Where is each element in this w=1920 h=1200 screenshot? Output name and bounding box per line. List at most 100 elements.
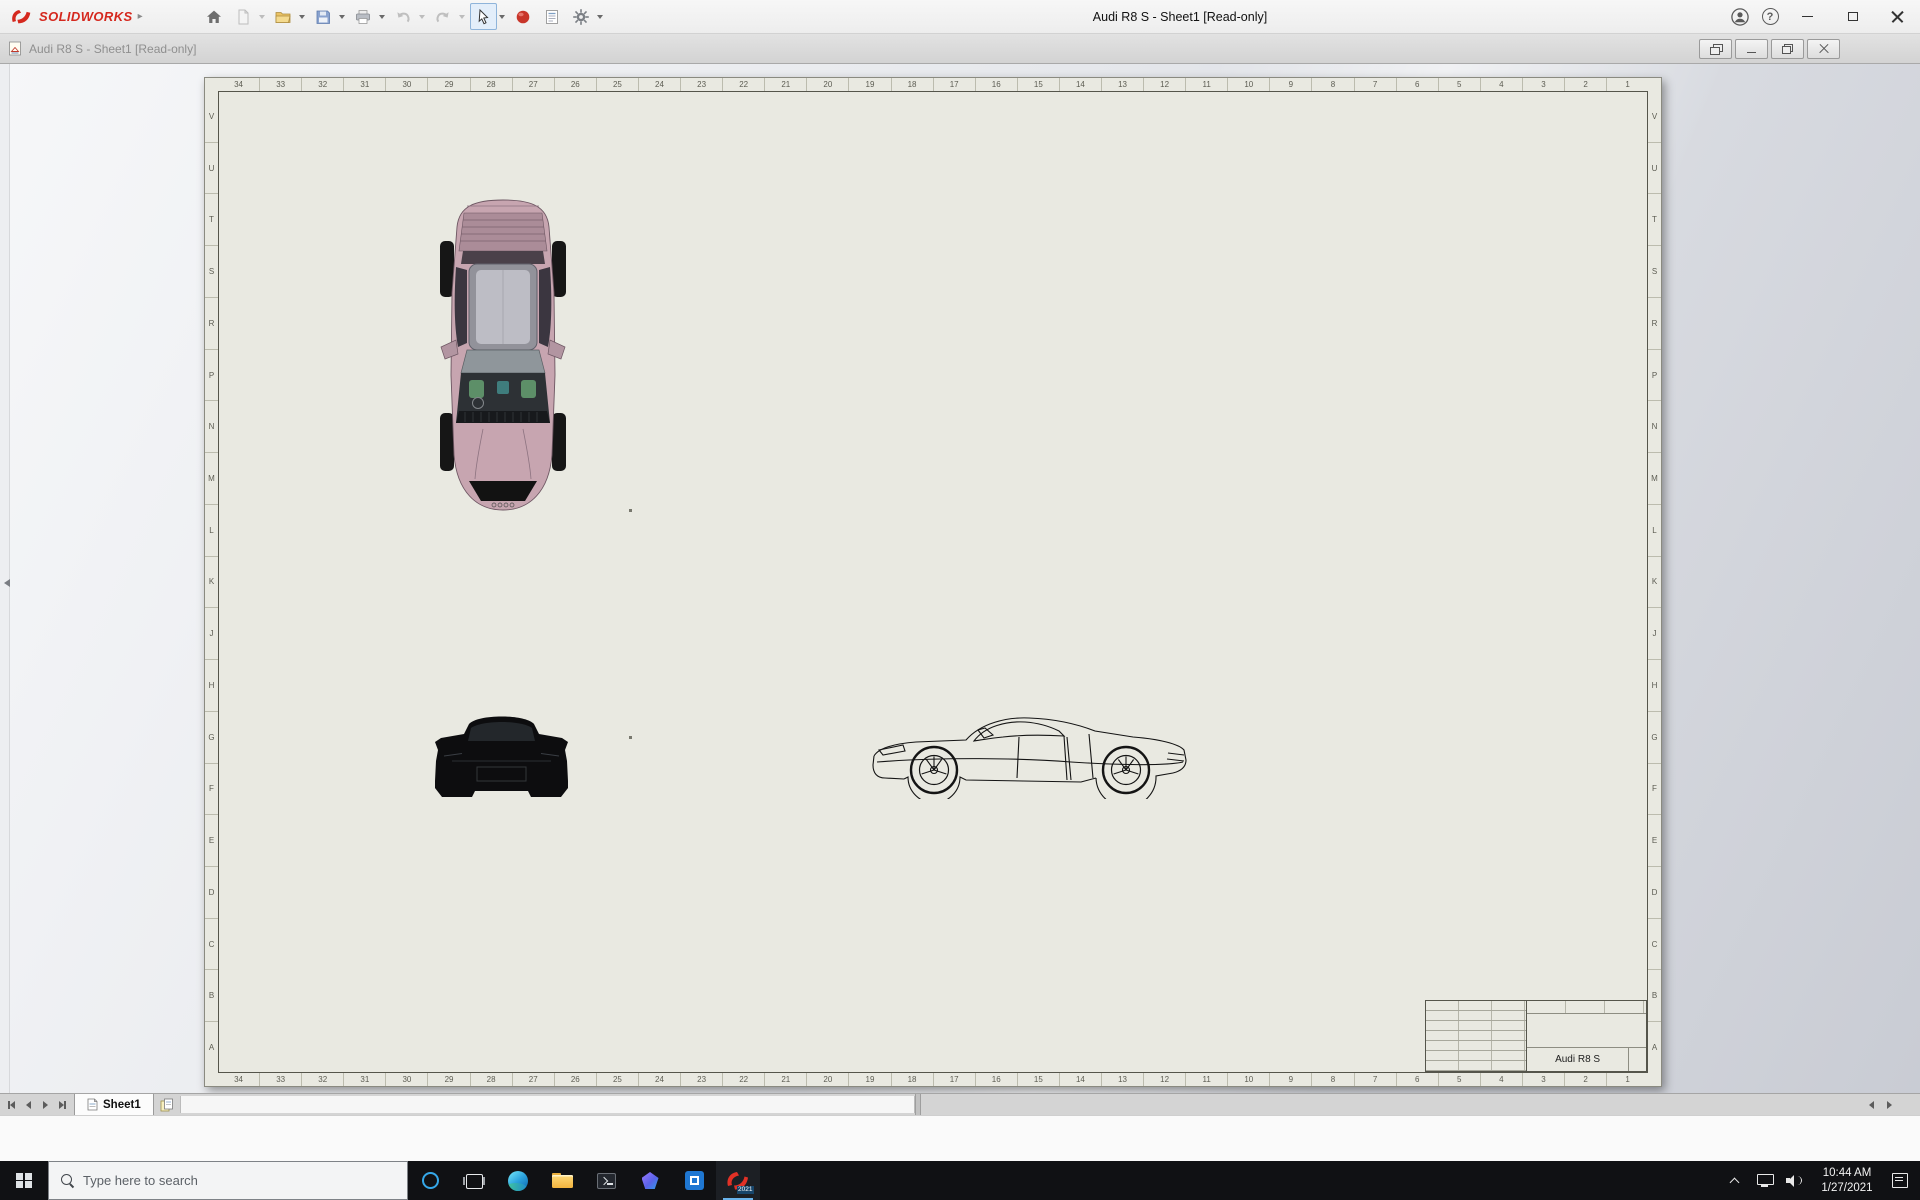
redo-dropdown[interactable]	[457, 3, 468, 30]
next-sheet-button[interactable]	[38, 1097, 53, 1113]
zone-label: 3	[1521, 78, 1564, 91]
zone-label: 1	[1606, 78, 1648, 91]
solidworks-taskbar-button[interactable]: 2021	[716, 1161, 760, 1200]
new-document-dropdown[interactable]	[257, 3, 268, 30]
restore-document-button[interactable]	[1771, 38, 1804, 59]
previous-sheet-button[interactable]	[21, 1097, 36, 1113]
tab-sheet1[interactable]: Sheet1	[74, 1094, 154, 1115]
scroll-left-button[interactable]	[1862, 1094, 1880, 1115]
zone-label: N	[1648, 400, 1661, 452]
search-input[interactable]	[83, 1173, 363, 1188]
clock-button[interactable]: 10:44 AM 1/27/2021	[1809, 1161, 1885, 1200]
save-button[interactable]	[310, 3, 337, 30]
panel-collapse-toggle[interactable]	[1, 570, 13, 596]
zone-label: D	[1648, 866, 1661, 918]
zone-label: 14	[1058, 78, 1101, 91]
zone-label: 17	[932, 78, 975, 91]
zone-label: 22	[722, 78, 764, 91]
zone-label: 30	[385, 78, 427, 91]
print-dropdown[interactable]	[377, 3, 388, 30]
title-block-right: Audi R8 S	[1527, 1001, 1646, 1071]
zone-label: D	[205, 866, 218, 918]
zone-label: 32	[301, 78, 343, 91]
redo-button[interactable]	[430, 3, 457, 30]
zone-label: 16	[974, 78, 1017, 91]
graphics-area[interactable]: 34 33 32 31 30 29 28 27 26 25 24 23 22 21 20 19 18 17 16 15…	[0, 64, 1920, 1093]
zone-label: P	[205, 348, 218, 401]
scroll-right-button[interactable]	[1880, 1094, 1898, 1115]
minimize-icon	[1802, 15, 1813, 18]
zone-label: E	[1648, 814, 1661, 866]
open-button[interactable]	[270, 3, 297, 30]
zone-label: A	[205, 1021, 218, 1073]
add-sheet-button[interactable]	[154, 1094, 180, 1115]
account-button[interactable]	[1725, 2, 1755, 32]
options-button[interactable]	[568, 3, 595, 30]
close-document-button[interactable]	[1807, 38, 1840, 59]
zone-label: U	[205, 141, 218, 194]
file-properties-button[interactable]	[539, 3, 566, 30]
add-sheet-icon	[160, 1098, 174, 1112]
select-tool-button[interactable]	[469, 3, 497, 30]
zone-label: 10	[1227, 1073, 1269, 1086]
zone-label: V	[208, 111, 215, 121]
view-anchor-dot	[629, 736, 632, 739]
taskbar-search[interactable]	[48, 1161, 408, 1200]
zone-label: 28	[469, 1073, 512, 1086]
first-sheet-icon	[9, 1100, 15, 1109]
drawing-view-front[interactable]	[432, 709, 571, 800]
drawing-view-top[interactable]	[433, 197, 573, 513]
tab-scroll-track[interactable]	[179, 1096, 915, 1113]
rebuild-button[interactable]	[510, 3, 537, 30]
minimize-document-button[interactable]	[1735, 38, 1768, 59]
tile-windows-button[interactable]	[1699, 38, 1732, 59]
select-tool-dropdown[interactable]	[497, 3, 508, 30]
title-block-header-row	[1527, 1001, 1646, 1014]
minimize-button[interactable]	[1785, 0, 1830, 34]
maximize-button[interactable]	[1830, 0, 1875, 34]
zone-label: 5	[1437, 78, 1480, 91]
cortana-button[interactable]	[408, 1161, 452, 1200]
zone-label: 10	[1227, 78, 1269, 91]
help-button[interactable]: ?	[1755, 2, 1785, 32]
previous-sheet-icon	[26, 1100, 31, 1109]
first-sheet-button[interactable]	[4, 1097, 19, 1113]
close-button[interactable]	[1875, 0, 1920, 34]
start-button[interactable]	[0, 1161, 48, 1200]
zone-label: 14	[1058, 1073, 1101, 1086]
zone-label: 4	[1479, 1073, 1522, 1086]
blue-app-button[interactable]	[672, 1161, 716, 1200]
drawing-view-side[interactable]	[871, 711, 1192, 799]
cortana-icon	[421, 1172, 439, 1189]
open-dropdown[interactable]	[297, 3, 308, 30]
edge-button[interactable]	[496, 1161, 540, 1200]
zone-label: 33	[259, 78, 301, 91]
options-dropdown[interactable]	[595, 3, 606, 30]
home-button[interactable]	[201, 3, 228, 30]
new-document-button[interactable]	[230, 3, 257, 30]
drawing-sheet[interactable]: 34 33 32 31 30 29 28 27 26 25 24 23 22 21 20 19 18 17 16 15…	[204, 77, 1662, 1087]
save-dropdown[interactable]	[337, 3, 348, 30]
hidden-icons-button[interactable]	[1719, 1161, 1749, 1200]
network-button[interactable]	[1749, 1161, 1779, 1200]
file-explorer-button[interactable]	[540, 1161, 584, 1200]
undo-button[interactable]	[390, 3, 417, 30]
zone-label: K	[1648, 555, 1661, 608]
zone-label: 18	[890, 78, 933, 91]
solidworks-logo[interactable]: SOLIDWORKS ▸	[0, 7, 153, 26]
last-sheet-button[interactable]	[55, 1097, 70, 1113]
zone-label: 11	[1185, 78, 1227, 91]
task-view-button[interactable]	[452, 1161, 496, 1200]
undo-arrow-icon	[394, 8, 412, 26]
taskbar-clock: 10:44 AM 1/27/2021	[1811, 1166, 1883, 1196]
zone-label: 33	[259, 1073, 301, 1086]
undo-dropdown[interactable]	[417, 3, 428, 30]
terminal-button[interactable]	[584, 1161, 628, 1200]
print-button[interactable]	[350, 3, 377, 30]
edrawings-button[interactable]	[628, 1161, 672, 1200]
zone-label: 21	[764, 78, 806, 91]
zone-label: 15	[1016, 78, 1059, 91]
zone-label: 2	[1564, 78, 1606, 91]
volume-button[interactable]	[1779, 1161, 1809, 1200]
action-center-button[interactable]	[1885, 1161, 1915, 1200]
